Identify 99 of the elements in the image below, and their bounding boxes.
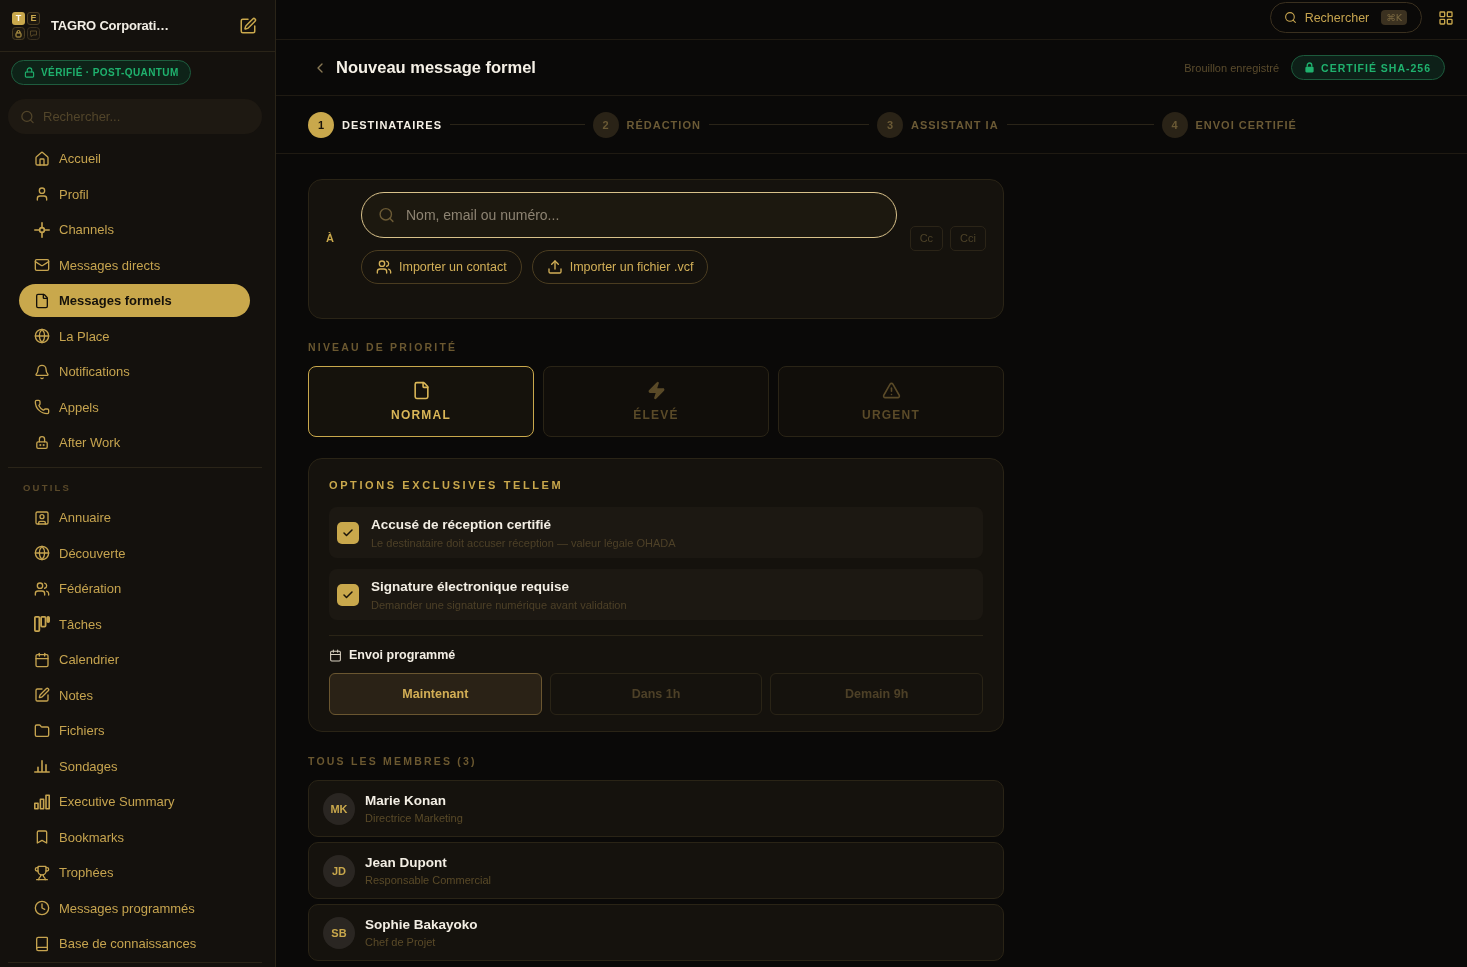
chat-icon — [27, 26, 40, 40]
verified-label: VÉRIFIÉ · POST-QUANTUM — [41, 67, 179, 78]
avatar: JD — [323, 854, 355, 887]
home-icon — [34, 150, 50, 167]
workspace-name: TAGRO Corporati… — [51, 18, 170, 33]
lightning-icon — [646, 381, 666, 400]
nav-item[interactable]: La Place — [19, 319, 250, 353]
check-icon — [342, 588, 354, 601]
nav-item[interactable]: Calendrier — [19, 643, 250, 676]
edit-icon — [34, 687, 50, 703]
nav-item[interactable]: Notes — [19, 678, 250, 712]
to-label: À — [326, 232, 335, 244]
nav-item[interactable]: Accueil — [19, 142, 250, 175]
option-title: Accusé de réception certifié — [371, 516, 552, 532]
nav-item[interactable]: Messages programmés — [19, 891, 250, 925]
checkbox[interactable] — [337, 521, 359, 544]
member-card[interactable]: SB Sophie Bakayoko Chef de Projet — [308, 904, 1004, 961]
globe-icon — [34, 328, 50, 344]
priority-option[interactable]: NORMAL — [308, 366, 534, 437]
nav-item[interactable]: After Work — [19, 426, 250, 459]
nav-item[interactable]: Découverte — [19, 536, 250, 570]
lock-icon — [36, 436, 48, 449]
nav-item[interactable]: Executive Summary — [19, 785, 250, 818]
users-icon — [34, 580, 50, 597]
nav-item[interactable]: Messages directs — [19, 248, 250, 282]
edit-icon[interactable] — [239, 16, 257, 35]
page-title: Nouveau message formel — [336, 58, 536, 77]
option-title: Signature électronique requise — [371, 578, 570, 594]
kanban-icon — [34, 616, 50, 632]
step-label: RÉDACTION — [626, 118, 701, 131]
mail-icon — [34, 257, 50, 273]
search-icon — [1283, 11, 1297, 24]
clock-icon — [34, 900, 50, 916]
nav-item[interactable]: Tâches — [19, 607, 250, 641]
upload-icon — [546, 259, 563, 275]
trophy-icon — [34, 864, 50, 881]
step-label: DESTINATAIRES — [342, 118, 442, 131]
checkbox[interactable] — [337, 583, 359, 606]
lock-icon — [12, 26, 25, 40]
member-name: Sophie Bakayoko — [365, 917, 478, 932]
lock-icon — [1305, 62, 1315, 73]
member-name: Jean Dupont — [365, 855, 447, 870]
section-heading: TOUS LES MEMBRES (3) — [308, 755, 477, 767]
grid-icon[interactable] — [1438, 9, 1454, 26]
book-icon — [34, 935, 50, 952]
crosshair-icon — [34, 221, 50, 238]
calendar-icon — [34, 651, 50, 668]
folder-icon — [34, 722, 50, 739]
file-icon — [411, 381, 431, 400]
schedule-option[interactable]: Maintenant — [329, 673, 542, 715]
file-icon — [34, 292, 50, 309]
search-icon — [20, 109, 35, 124]
phone-icon — [34, 399, 50, 415]
user-icon — [34, 186, 50, 202]
calendar-icon — [329, 648, 342, 662]
search-icon — [378, 206, 395, 224]
avatar: MK — [323, 792, 355, 825]
member-role: Directrice Marketing — [365, 812, 463, 824]
section-heading: NIVEAU DE PRIORITÉ — [308, 341, 458, 353]
nav-item[interactable]: Channels — [19, 213, 250, 246]
nav-item[interactable]: Profil — [19, 177, 250, 211]
check-icon — [342, 526, 354, 539]
nav-item[interactable]: Fédération — [19, 572, 250, 605]
options-heading: OPTIONS EXCLUSIVES TELLEM — [329, 478, 564, 492]
nav-item[interactable]: Annuaire — [19, 501, 250, 534]
step-label: ENVOI CERTIFIÉ — [1195, 118, 1297, 131]
nav-item[interactable]: Base de connaissances — [19, 927, 250, 960]
schedule-label: Envoi programmé — [349, 648, 456, 662]
nav-item[interactable]: Notifications — [19, 355, 250, 388]
bell-icon — [34, 363, 50, 380]
globe-icon — [34, 545, 50, 561]
draft-status: Brouillon enregistré — [1184, 61, 1280, 74]
contact-card-icon — [34, 509, 50, 526]
recipient-search-field[interactable]: Nom, email ou numéro... — [361, 192, 897, 238]
nav-item[interactable]: Messages formels — [19, 284, 250, 317]
nav-item[interactable]: Trophées — [19, 856, 250, 889]
nav-item[interactable]: Fichiers — [19, 714, 250, 747]
certified-label: CERTIFIÉ SHA-256 — [1321, 61, 1431, 74]
avatar: SB — [323, 916, 355, 949]
bar-chart-icon — [34, 793, 50, 810]
shortcut-hint: ⌘K — [1381, 10, 1407, 25]
bar-chart-icon — [34, 758, 50, 774]
warning-icon — [881, 381, 901, 400]
nav-item[interactable]: Bookmarks — [19, 820, 250, 854]
nav-item[interactable]: Appels — [19, 390, 250, 424]
nav-item[interactable]: Sondages — [19, 749, 250, 783]
step-number[interactable]: 1 — [308, 111, 334, 138]
logo-tile: T — [12, 11, 25, 25]
member-card[interactable]: MK Marie Konan Directrice Marketing — [308, 780, 1004, 837]
bookmark-icon — [34, 829, 50, 845]
member-card[interactable]: JD Jean Dupont Responsable Commercial — [308, 842, 1004, 899]
step-label: ASSISTANT IA — [911, 118, 999, 131]
lock-icon — [24, 67, 35, 78]
section-heading: OUTILS — [22, 481, 73, 494]
member-name: Marie Konan — [365, 793, 446, 808]
member-role: Chef de Projet — [365, 936, 436, 948]
users-icon — [376, 259, 392, 275]
member-role: Responsable Commercial — [365, 874, 491, 886]
logo-tile: E — [27, 11, 40, 25]
